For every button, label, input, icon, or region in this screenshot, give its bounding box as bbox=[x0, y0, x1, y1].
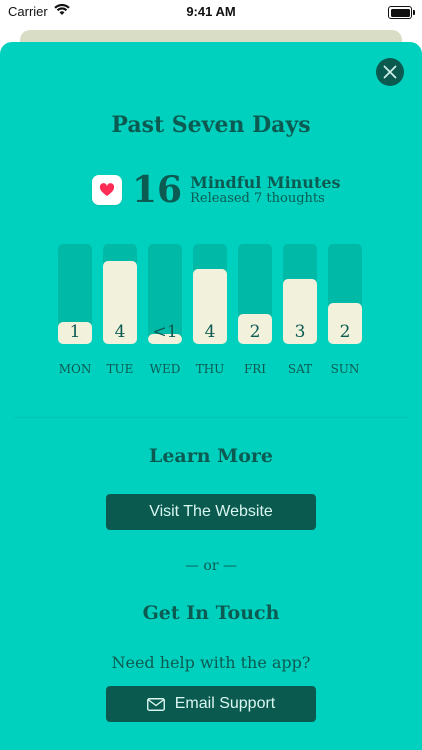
or-separator: — or — bbox=[184, 558, 238, 574]
summary-text: Mindful Minutes Released 7 thoughts bbox=[190, 174, 340, 206]
status-time: 9:41 AM bbox=[186, 4, 236, 19]
bar-value-label: <1 bbox=[152, 322, 178, 342]
bar-wed: <1 bbox=[148, 244, 182, 344]
bar-mon: 1 bbox=[58, 244, 92, 344]
get-in-touch-heading: Get In Touch bbox=[142, 602, 280, 624]
divider bbox=[14, 417, 408, 418]
day-label: TUE bbox=[106, 362, 134, 376]
bar-thu: 4 bbox=[193, 244, 227, 344]
visit-website-label: Visit The Website bbox=[149, 503, 273, 520]
mindful-minutes-label: Mindful Minutes bbox=[190, 173, 341, 193]
bar-value-label: 2 bbox=[339, 322, 351, 342]
bar-tue: 4 bbox=[103, 244, 137, 344]
day-label: THU bbox=[195, 362, 225, 376]
page-title: Past Seven Days bbox=[111, 112, 311, 138]
email-support-label: Email Support bbox=[174, 695, 276, 712]
bar-value-label: 3 bbox=[294, 322, 306, 342]
released-thoughts-label: Released 7 thoughts bbox=[190, 190, 325, 206]
close-icon bbox=[383, 65, 397, 79]
email-support-button[interactable]: Email Support bbox=[106, 686, 316, 722]
day-label: FRI bbox=[243, 362, 267, 376]
bar-value-label: 1 bbox=[69, 322, 81, 342]
day-label: SUN bbox=[330, 362, 360, 376]
bar-value-label: 2 bbox=[249, 322, 261, 342]
bar-value-label: 4 bbox=[114, 322, 126, 342]
day-label: SAT bbox=[287, 362, 313, 376]
bar-sun: 2 bbox=[328, 244, 362, 344]
summary-sheet: Past Seven Days 16 Mindful Minutes Relea… bbox=[0, 42, 422, 750]
day-label: WED bbox=[149, 362, 181, 376]
battery-icon bbox=[388, 6, 415, 19]
close-button[interactable] bbox=[376, 58, 404, 86]
weekly-bar-chart: 1 MON 4 TUE <1 WED 4 THU 2 FRI 3 SAT 2 SUN bbox=[58, 244, 364, 384]
battery-level bbox=[390, 8, 410, 17]
mindful-minutes-value: 16 bbox=[132, 169, 183, 211]
learn-more-heading: Learn More bbox=[148, 445, 273, 467]
bar-sat: 3 bbox=[283, 244, 317, 344]
bar-fri: 2 bbox=[238, 244, 272, 344]
envelope-icon bbox=[146, 697, 165, 711]
help-text: Need help with the app? bbox=[111, 653, 311, 672]
status-bar: Carrier 9:41 AM bbox=[0, 0, 422, 24]
mindful-summary: 16 Mindful Minutes Released 7 thoughts bbox=[92, 169, 341, 211]
visit-website-button[interactable]: Visit The Website bbox=[106, 494, 316, 530]
bar-value-label: 4 bbox=[204, 322, 216, 342]
heart-icon bbox=[92, 175, 122, 205]
day-label: MON bbox=[58, 362, 92, 376]
